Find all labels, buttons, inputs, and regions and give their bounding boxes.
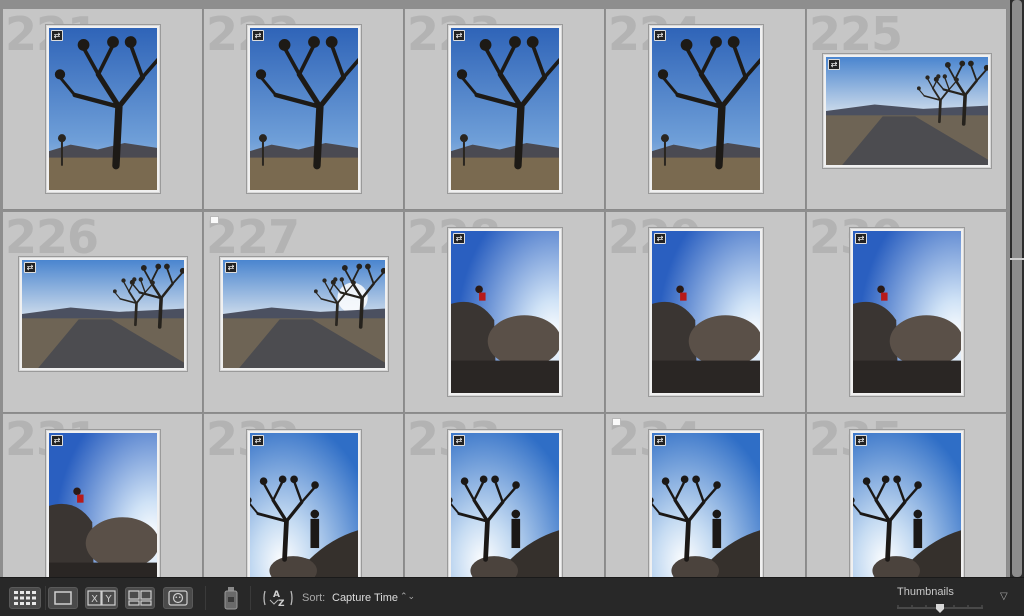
grid-view-icon <box>14 591 36 605</box>
develop-adjustments-icon[interactable]: ⇄ <box>453 30 465 41</box>
develop-adjustments-icon[interactable]: ⇄ <box>252 30 264 41</box>
photo-thumbnail <box>652 433 760 577</box>
photo-thumbnail <box>451 433 559 577</box>
photo-index-number: 225 <box>809 9 903 61</box>
grid-cell[interactable]: 232⇄ <box>204 414 404 577</box>
thumbnails-label: Thumbnails <box>897 586 954 598</box>
photo-index-number: 227 <box>206 212 300 264</box>
develop-adjustments-icon[interactable]: ⇄ <box>24 262 36 273</box>
vertical-scrollbar[interactable] <box>1010 0 1024 577</box>
loupe-view-button[interactable] <box>48 587 78 609</box>
grid-cell[interactable]: 235⇄ <box>807 414 1007 577</box>
grid-cell[interactable]: 228⇄ <box>405 212 605 413</box>
painter-spray-can-icon <box>224 587 238 610</box>
photo-thumbnail <box>451 231 559 393</box>
toolbar-separator <box>45 586 46 610</box>
photo-thumbnail-frame[interactable]: ⇄ <box>849 429 965 577</box>
library-grid[interactable]: 221⇄222⇄223⇄224⇄225⇄226⇄227⇄228⇄229⇄230⇄… <box>0 0 1010 577</box>
grid-cell[interactable]: 231⇄ <box>3 414 203 577</box>
grid-view-button[interactable] <box>9 587 41 609</box>
grid-cell[interactable]: 227 ⇄ <box>204 212 404 413</box>
develop-adjustments-icon[interactable]: ⇄ <box>51 30 63 41</box>
grid-cell[interactable]: 230⇄ <box>807 212 1007 413</box>
photo-thumbnail <box>451 28 559 190</box>
sort-dropdown-chevron-icon[interactable]: ⌃⌄ <box>400 591 415 602</box>
develop-adjustments-icon[interactable]: ⇄ <box>453 435 465 446</box>
toolbar-separator <box>250 586 251 610</box>
photo-thumbnail-frame[interactable]: ⇄ <box>648 429 764 577</box>
people-view-button[interactable] <box>163 587 193 609</box>
photo-thumbnail <box>250 433 358 577</box>
svg-text:Y: Y <box>104 594 112 605</box>
grid-cell[interactable]: 226 ⇄ <box>3 212 203 413</box>
photo-thumbnail-frame[interactable]: ⇄ <box>447 429 563 577</box>
photo-thumbnail-frame[interactable]: ⇄ <box>219 256 389 372</box>
survey-view-icon <box>128 590 152 606</box>
develop-adjustments-icon[interactable]: ⇄ <box>855 435 867 446</box>
photo-thumbnail-frame[interactable]: ⇄ <box>447 24 563 194</box>
grid-cell[interactable]: 234⇄ <box>606 414 806 577</box>
photo-thumbnail-frame[interactable]: ⇄ <box>246 429 362 577</box>
photo-thumbnail <box>223 260 385 368</box>
bottom-toolbar: X Y A Z Sort: Capture Time ⌃⌄ Thumbnails… <box>0 577 1024 616</box>
photo-thumbnail-frame[interactable]: ⇄ <box>849 227 965 397</box>
develop-adjustments-icon[interactable]: ⇄ <box>252 435 264 446</box>
grid-cell[interactable]: 223⇄ <box>405 9 605 210</box>
photo-thumbnail <box>250 28 358 190</box>
photo-thumbnail <box>853 231 961 393</box>
photo-index-number: 226 <box>5 212 99 264</box>
loupe-view-icon <box>54 591 72 605</box>
photo-thumbnail <box>22 260 184 368</box>
painter-button[interactable] <box>222 585 240 611</box>
develop-adjustments-icon[interactable]: ⇄ <box>453 233 465 244</box>
svg-text:Z: Z <box>278 599 285 609</box>
grid-cell[interactable]: 222⇄ <box>204 9 404 210</box>
toolbar-menu-chevron-icon[interactable]: ▽ <box>1000 591 1016 605</box>
people-view-icon <box>168 590 188 606</box>
photo-thumbnail-frame[interactable]: ⇄ <box>648 227 764 397</box>
sort-direction-button[interactable]: A Z <box>261 586 295 610</box>
develop-adjustments-icon[interactable]: ⇄ <box>51 435 63 446</box>
scrollbar-marker <box>1010 258 1024 260</box>
compare-view-button[interactable]: X Y <box>85 587 118 609</box>
sort-dropdown[interactable]: Capture Time <box>332 592 398 604</box>
scrollbar-thumb[interactable] <box>1012 0 1022 577</box>
photo-thumbnail <box>826 57 988 165</box>
photo-thumbnail-frame[interactable]: ⇄ <box>246 24 362 194</box>
photo-thumbnail-frame[interactable]: ⇄ <box>18 256 188 372</box>
flag-checkbox[interactable] <box>612 418 621 426</box>
thumbnail-size-slider[interactable] <box>897 603 983 613</box>
photo-thumbnail-frame[interactable]: ⇄ <box>648 24 764 194</box>
grid-cell[interactable]: 224⇄ <box>606 9 806 210</box>
develop-adjustments-icon[interactable]: ⇄ <box>654 30 666 41</box>
photo-thumbnail-frame[interactable]: ⇄ <box>45 429 161 577</box>
photo-thumbnail <box>49 433 157 577</box>
develop-adjustments-icon[interactable]: ⇄ <box>654 233 666 244</box>
toolbar-separator <box>205 586 206 610</box>
photo-thumbnail-frame[interactable]: ⇄ <box>447 227 563 397</box>
sort-label: Sort: <box>302 592 326 604</box>
develop-adjustments-icon[interactable]: ⇄ <box>654 435 666 446</box>
grid-cell[interactable]: 233⇄ <box>405 414 605 577</box>
flag-checkbox[interactable] <box>210 216 219 224</box>
develop-adjustments-icon[interactable]: ⇄ <box>855 233 867 244</box>
photo-thumbnail-frame[interactable]: ⇄ <box>45 24 161 194</box>
svg-text:X: X <box>91 594 98 605</box>
photo-thumbnail <box>49 28 157 190</box>
grid-cell[interactable]: 225 ⇄ <box>807 9 1007 210</box>
photo-thumbnail <box>652 28 760 190</box>
grid-cell[interactable]: 221⇄ <box>3 9 203 210</box>
compare-view-icon: X Y <box>87 590 116 606</box>
slider-thumb[interactable] <box>936 604 944 613</box>
grid-cell[interactable]: 229⇄ <box>606 212 806 413</box>
sort-az-icon: A Z <box>263 590 293 609</box>
photo-thumbnail-frame[interactable]: ⇄ <box>822 53 992 169</box>
photo-thumbnail <box>652 231 760 393</box>
develop-adjustments-icon[interactable]: ⇄ <box>828 59 840 70</box>
photo-thumbnail <box>853 433 961 577</box>
survey-view-button[interactable] <box>125 587 155 609</box>
develop-adjustments-icon[interactable]: ⇄ <box>225 262 237 273</box>
